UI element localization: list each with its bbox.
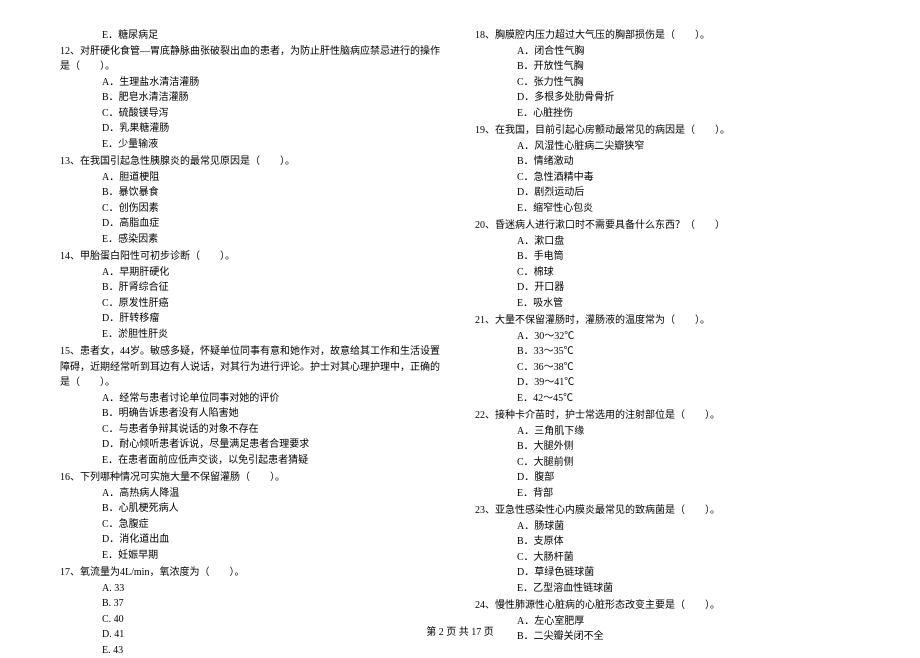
- q16-option-e: E．妊娠早期: [60, 548, 445, 564]
- page-container: E．糖尿病足 12、对肝硬化食管—胃底静脉曲张破裂出血的患者，为防止肝性脑病应禁…: [0, 0, 920, 600]
- question-22: 22、接种卡介苗时，护士常选用的注射部位是（ ）。 A．三角肌下缘 B．大腿外侧…: [475, 408, 860, 501]
- q21-option-d: D．39～41℃: [475, 375, 860, 391]
- question-12: 12、对肝硬化食管—胃底静脉曲张破裂出血的患者，为防止肝性脑病应禁忌进行的操作是…: [60, 44, 445, 153]
- q20-stem: 20、昏迷病人进行漱口时不需要具备什么东西？（ ）: [475, 218, 860, 234]
- q13-option-e: E．感染因素: [60, 232, 445, 248]
- q12-option-a: A．生理盐水清洁灌肠: [60, 75, 445, 91]
- q20-option-c: C．棉球: [475, 265, 860, 281]
- q23-option-b: B．支原体: [475, 534, 860, 550]
- q20-option-e: E．吸水管: [475, 296, 860, 312]
- q16-option-d: D．消化道出血: [60, 532, 445, 548]
- q18-option-b: B．开放性气胸: [475, 59, 860, 75]
- q22-stem: 22、接种卡介苗时，护士常选用的注射部位是（ ）。: [475, 408, 860, 424]
- q22-option-d: D．腹部: [475, 470, 860, 486]
- q12-option-b: B．肥皂水清洁灌肠: [60, 90, 445, 106]
- q12-option-c: C．硫酸镁导泻: [60, 106, 445, 122]
- q19-stem: 19、在我国，目前引起心房颤动最常见的病因是（ ）。: [475, 123, 860, 139]
- q18-stem: 18、胸膜腔内压力超过大气压的胸部损伤是（ ）。: [475, 28, 860, 44]
- q15-option-b: B．明确告诉患者没有人陷害她: [60, 406, 445, 422]
- q21-option-a: A．30～32℃: [475, 329, 860, 345]
- question-14: 14、甲胎蛋白阳性可初步诊断（ ）。 A．早期肝硬化 B．肝肾综合征 C．原发性…: [60, 249, 445, 342]
- q22-option-c: C．大腿前侧: [475, 455, 860, 471]
- q16-stem: 16、下列哪种情况可实施大量不保留灌肠（ ）。: [60, 470, 445, 486]
- q13-stem: 13、在我国引起急性胰腺炎的最常见原因是（ ）。: [60, 154, 445, 170]
- question-21: 21、大量不保留灌肠时，灌肠液的温度常为（ ）。 A．30～32℃ B．33～3…: [475, 313, 860, 406]
- q14-option-e: E．淤胆性肝炎: [60, 327, 445, 343]
- q18-option-e: E．心脏挫伤: [475, 106, 860, 122]
- q18-option-d: D．多根多处肋骨骨折: [475, 90, 860, 106]
- q19-option-e: E．缩窄性心包炎: [475, 201, 860, 217]
- q19-option-d: D．剧烈运动后: [475, 185, 860, 201]
- question-16: 16、下列哪种情况可实施大量不保留灌肠（ ）。 A．高热病人降温 B．心肌梗死病…: [60, 470, 445, 563]
- q17-option-a: A. 33: [60, 581, 445, 597]
- q14-option-a: A．早期肝硬化: [60, 265, 445, 281]
- q16-option-a: A．高热病人降温: [60, 486, 445, 502]
- q13-option-c: C．创伤因素: [60, 201, 445, 217]
- q13-option-d: D．高脂血症: [60, 216, 445, 232]
- q23-option-a: A．肠球菌: [475, 519, 860, 535]
- q15-stem: 15、患者女，44岁。敏感多疑，怀疑单位同事有意和她作对，故意给其工作和生活设置…: [60, 344, 445, 391]
- q21-option-c: C．36～38℃: [475, 360, 860, 376]
- q22-option-a: A．三角肌下缘: [475, 424, 860, 440]
- question-17: 17、氧流量为4L/min，氧浓度为（ ）。 A. 33 B. 37 C. 40…: [60, 565, 445, 658]
- right-column: 18、胸膜腔内压力超过大气压的胸部损伤是（ ）。 A．闭合性气胸 B．开放性气胸…: [475, 28, 860, 580]
- q21-option-b: B．33～35℃: [475, 344, 860, 360]
- q13-option-a: A．胆道梗阻: [60, 170, 445, 186]
- question-19: 19、在我国，目前引起心房颤动最常见的病因是（ ）。 A．风湿性心脏病二尖瓣狭窄…: [475, 123, 860, 216]
- q14-option-c: C．原发性肝癌: [60, 296, 445, 312]
- q15-option-e: E．在患者面前应低声交谈，以免引起患者猜疑: [60, 453, 445, 469]
- page-footer: 第 2 页 共 17 页: [0, 623, 920, 638]
- q14-option-d: D．肝转移瘤: [60, 311, 445, 327]
- question-13: 13、在我国引起急性胰腺炎的最常见原因是（ ）。 A．胆道梗阻 B．暴饮暴食 C…: [60, 154, 445, 247]
- q22-option-b: B．大腿外侧: [475, 439, 860, 455]
- q12-option-e: E．少量输液: [60, 137, 445, 153]
- q22-option-e: E．背部: [475, 486, 860, 502]
- q20-option-b: B．手电筒: [475, 249, 860, 265]
- q16-option-c: C．急腹症: [60, 517, 445, 533]
- q21-stem: 21、大量不保留灌肠时，灌肠液的温度常为（ ）。: [475, 313, 860, 329]
- q12-stem: 12、对肝硬化食管—胃底静脉曲张破裂出血的患者，为防止肝性脑病应禁忌进行的操作是…: [60, 44, 445, 75]
- question-23: 23、亚急性感染性心内膜炎最常见的致病菌是（ ）。 A．肠球菌 B．支原体 C．…: [475, 503, 860, 596]
- q23-option-e: E．乙型溶血性链球菌: [475, 581, 860, 597]
- q20-option-d: D．开口器: [475, 280, 860, 296]
- q17-stem: 17、氧流量为4L/min，氧浓度为（ ）。: [60, 565, 445, 581]
- question-20: 20、昏迷病人进行漱口时不需要具备什么东西？（ ） A．漱口盘 B．手电筒 C．…: [475, 218, 860, 311]
- q23-option-c: C．大肠杆菌: [475, 550, 860, 566]
- q14-stem: 14、甲胎蛋白阳性可初步诊断（ ）。: [60, 249, 445, 265]
- q12-option-d: D．乳果糖灌肠: [60, 121, 445, 137]
- question-15: 15、患者女，44岁。敏感多疑，怀疑单位同事有意和她作对，故意给其工作和生活设置…: [60, 344, 445, 468]
- q17-option-b: B. 37: [60, 596, 445, 612]
- q17-option-e: E. 43: [60, 643, 445, 658]
- q20-option-a: A．漱口盘: [475, 234, 860, 250]
- q15-option-c: C．与患者争辩其说话的对象不存在: [60, 422, 445, 438]
- q13-option-b: B．暴饮暴食: [60, 185, 445, 201]
- question-18: 18、胸膜腔内压力超过大气压的胸部损伤是（ ）。 A．闭合性气胸 B．开放性气胸…: [475, 28, 860, 121]
- q24-stem: 24、慢性肺源性心脏病的心脏形态改变主要是（ ）。: [475, 598, 860, 614]
- q19-option-b: B．情绪激动: [475, 154, 860, 170]
- q16-option-b: B．心肌梗死病人: [60, 501, 445, 517]
- q18-option-c: C．张力性气胸: [475, 75, 860, 91]
- q23-option-d: D．草绿色链球菌: [475, 565, 860, 581]
- q11-option-e: E．糖尿病足: [60, 28, 445, 44]
- q23-stem: 23、亚急性感染性心内膜炎最常见的致病菌是（ ）。: [475, 503, 860, 519]
- q19-option-c: C．急性酒精中毒: [475, 170, 860, 186]
- q19-option-a: A．风湿性心脏病二尖瓣狭窄: [475, 139, 860, 155]
- left-column: E．糖尿病足 12、对肝硬化食管—胃底静脉曲张破裂出血的患者，为防止肝性脑病应禁…: [60, 28, 445, 580]
- q14-option-b: B．肝肾综合征: [60, 280, 445, 296]
- q21-option-e: E．42～45℃: [475, 391, 860, 407]
- q15-option-a: A．经常与患者讨论单位同事对她的评价: [60, 391, 445, 407]
- q15-option-d: D．耐心倾听患者诉说，尽量满足患者合理要求: [60, 437, 445, 453]
- q18-option-a: A．闭合性气胸: [475, 44, 860, 60]
